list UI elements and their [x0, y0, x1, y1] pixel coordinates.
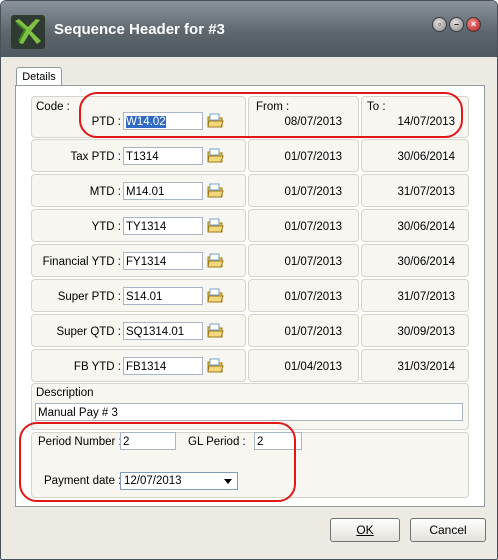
fb-ytd-label: FB YTD : — [73, 361, 121, 373]
lookup-folder-icon[interactable] — [207, 148, 224, 164]
cancel-button[interactable]: Cancel — [410, 518, 486, 542]
super-qtd-code-input[interactable]: SQ1314.01 — [123, 322, 203, 340]
fb-ytd-to-date: 31/03/2014 — [397, 361, 455, 373]
tax-ptd-from-date: 01/07/2013 — [284, 151, 342, 163]
ytd-label: YTD : — [91, 221, 121, 233]
tab-details[interactable]: Details — [16, 67, 62, 86]
code-header: Code : — [36, 101, 70, 113]
mtd-label: MTD : — [89, 186, 121, 198]
description-label: Description — [36, 387, 94, 399]
mtd-from-date: 01/07/2013 — [284, 186, 342, 198]
title-bar[interactable]: Sequence Header for #3 ▫ – × — [1, 1, 497, 57]
highlight-oval-ptd — [79, 92, 463, 138]
financial-ytd-to-date: 30/06/2014 — [397, 256, 455, 268]
lookup-folder-icon[interactable] — [207, 218, 224, 234]
financial-ytd-label: Financial YTD : — [42, 256, 121, 268]
super-qtd-label: Super QTD : — [56, 326, 121, 338]
financial-ytd-code-input[interactable]: FY1314 — [123, 252, 203, 270]
tax-ptd-code-input[interactable]: T1314 — [123, 147, 203, 165]
ok-button[interactable]: OK — [330, 518, 400, 542]
super-ptd-code-input[interactable]: S14.01 — [123, 287, 203, 305]
ytd-from-date: 01/07/2013 — [284, 221, 342, 233]
ytd-code-input[interactable]: TY1314 — [123, 217, 203, 235]
financial-ytd-from-date: 01/07/2013 — [284, 256, 342, 268]
fb-ytd-code-input[interactable]: FB1314 — [123, 357, 203, 375]
close-icon[interactable]: × — [466, 17, 481, 32]
tax-ptd-to-date: 30/06/2014 — [397, 151, 455, 163]
restore-icon[interactable]: ▫ — [432, 17, 447, 32]
dialog-window: Sequence Header for #3 ▫ – × Details Cod… — [0, 0, 498, 560]
super-ptd-to-date: 31/07/2013 — [397, 291, 455, 303]
window-title: Sequence Header for #3 — [54, 21, 225, 38]
mtd-code-input[interactable]: M14.01 — [123, 182, 203, 200]
mtd-to-date: 31/07/2013 — [397, 186, 455, 198]
highlight-oval-period — [19, 422, 296, 502]
app-logo-icon — [11, 15, 45, 49]
lookup-folder-icon[interactable] — [207, 253, 224, 269]
super-ptd-from-date: 01/07/2013 — [284, 291, 342, 303]
ytd-to-date: 30/06/2014 — [397, 221, 455, 233]
lookup-folder-icon[interactable] — [207, 358, 224, 374]
super-qtd-from-date: 01/07/2013 — [284, 326, 342, 338]
lookup-folder-icon[interactable] — [207, 323, 224, 339]
description-input[interactable]: Manual Pay # 3 — [35, 403, 463, 421]
lookup-folder-icon[interactable] — [207, 288, 224, 304]
super-qtd-to-date: 30/09/2013 — [397, 326, 455, 338]
minimize-icon[interactable]: – — [449, 17, 464, 32]
super-ptd-label: Super PTD : — [57, 291, 121, 303]
tax-ptd-label: Tax PTD : — [70, 151, 121, 163]
lookup-folder-icon[interactable] — [207, 183, 224, 199]
fb-ytd-from-date: 01/04/2013 — [284, 361, 342, 373]
